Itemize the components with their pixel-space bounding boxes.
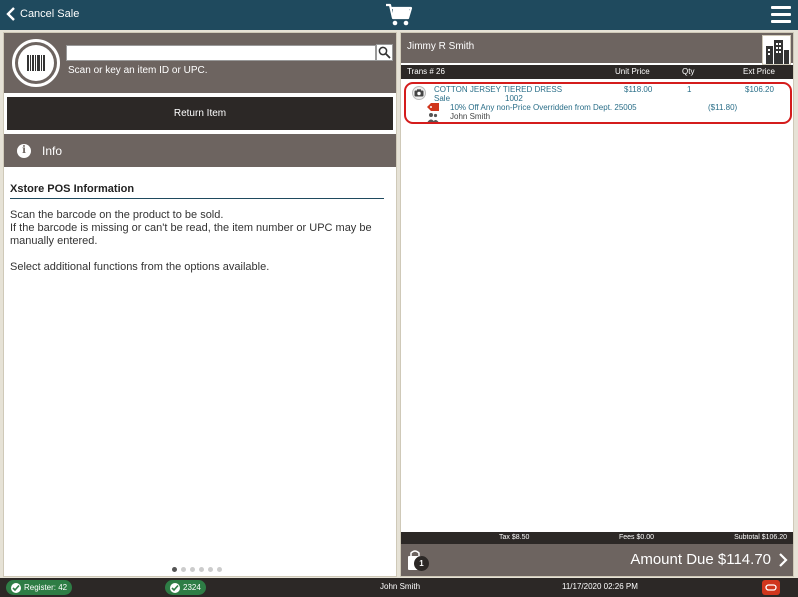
scan-hint: Scan or key an item ID or UPC. [68, 65, 208, 76]
status-datetime: 11/17/2020 02:26 PM [562, 582, 638, 591]
page-dot[interactable] [199, 567, 204, 572]
scan-area: Scan or key an item ID or UPC. [4, 33, 396, 93]
info-line-1: Scan the barcode on the product to be so… [10, 209, 224, 221]
line-item[interactable]: COTTON JERSEY TIERED DRESS $118.00 1 $10… [404, 82, 792, 124]
col-unit-price: Unit Price [615, 67, 650, 76]
barcode-button[interactable] [12, 39, 60, 87]
info-title: Xstore POS Information [10, 183, 384, 199]
item-search-input[interactable] [66, 45, 376, 61]
bag-count-badge: 1 [414, 556, 429, 571]
top-bar: Cancel Sale [0, 0, 798, 30]
cancel-sale-label: Cancel Sale [20, 8, 80, 20]
search-button[interactable] [376, 44, 393, 61]
page-dot[interactable] [172, 567, 177, 572]
associate-icon [427, 113, 439, 122]
oracle-logo-icon [762, 580, 780, 595]
amount-due[interactable]: Amount Due $114.70 [630, 551, 771, 568]
discount-amount: ($11.80) [708, 103, 738, 112]
store-number: 2324 [183, 583, 201, 592]
page-dot[interactable] [181, 567, 186, 572]
camera-icon [412, 86, 426, 100]
transaction-header: Trans # 26 Unit Price Qty Ext Price [401, 65, 793, 79]
hamburger-menu-icon[interactable] [771, 6, 791, 24]
amount-due-bar: 1 Amount Due $114.70 [401, 544, 793, 576]
right-panel: Jimmy R Smith Trans # 26 Unit Price Qty … [400, 32, 794, 577]
totals-bar: Tax $8.50 Fees $0.00 Subtotal $106.20 [401, 532, 793, 544]
info-text: Scan the barcode on the product to be so… [10, 209, 384, 274]
page-dot[interactable] [217, 567, 222, 572]
chevron-right-icon[interactable] [778, 553, 788, 567]
building-icon[interactable] [762, 35, 791, 65]
subtotal: Subtotal $106.20 [734, 534, 787, 541]
info-header: i Info [4, 134, 396, 167]
customer-name[interactable]: Jimmy R Smith [407, 41, 474, 52]
search-icon [378, 46, 391, 59]
left-panel: Scan or key an item ID or UPC. Return It… [3, 32, 397, 577]
discount-description: 10% Off Any non-Price Overridden from De… [450, 103, 637, 112]
return-item-button[interactable]: Return Item [7, 97, 393, 130]
col-ext-price: Ext Price [743, 67, 776, 76]
store-badge[interactable]: 2324 [165, 580, 206, 595]
info-line-2: If the barcode is missing or can't be re… [10, 222, 372, 247]
info-line-3: Select additional functions from the opt… [10, 261, 270, 273]
status-bar: Register: 42 2324 John Smith 11/17/2020 … [0, 578, 798, 597]
associate-name: John Smith [450, 112, 491, 121]
discount-tag-icon [427, 103, 439, 111]
check-icon [170, 582, 180, 593]
page-dot[interactable] [208, 567, 213, 572]
page-dot[interactable] [190, 567, 195, 572]
customer-bar: Jimmy R Smith [401, 33, 793, 65]
info-icon: i [17, 143, 31, 158]
tax-total: Tax $8.50 [499, 534, 530, 541]
chevron-left-icon [6, 7, 15, 21]
item-qty: 1 [687, 85, 692, 94]
trans-number: Trans # 26 [407, 67, 445, 76]
status-user: John Smith [380, 582, 421, 591]
check-icon [11, 582, 21, 593]
item-ext-price: $106.20 [745, 85, 774, 94]
item-description: COTTON JERSEY TIERED DRESS [434, 85, 563, 94]
item-unit-price: $118.00 [624, 85, 653, 94]
fees-total: Fees $0.00 [619, 534, 655, 541]
cancel-sale-button[interactable]: Cancel Sale [6, 7, 79, 21]
item-id: 1002 [505, 94, 523, 103]
register-badge[interactable]: Register: 42 [6, 580, 73, 595]
barcode-icon [27, 55, 45, 71]
shopping-cart-icon [386, 3, 413, 26]
page-indicator [172, 567, 222, 572]
register-label: Register: 42 [24, 583, 68, 592]
info-header-label: Info [42, 143, 63, 158]
col-qty: Qty [682, 67, 695, 76]
